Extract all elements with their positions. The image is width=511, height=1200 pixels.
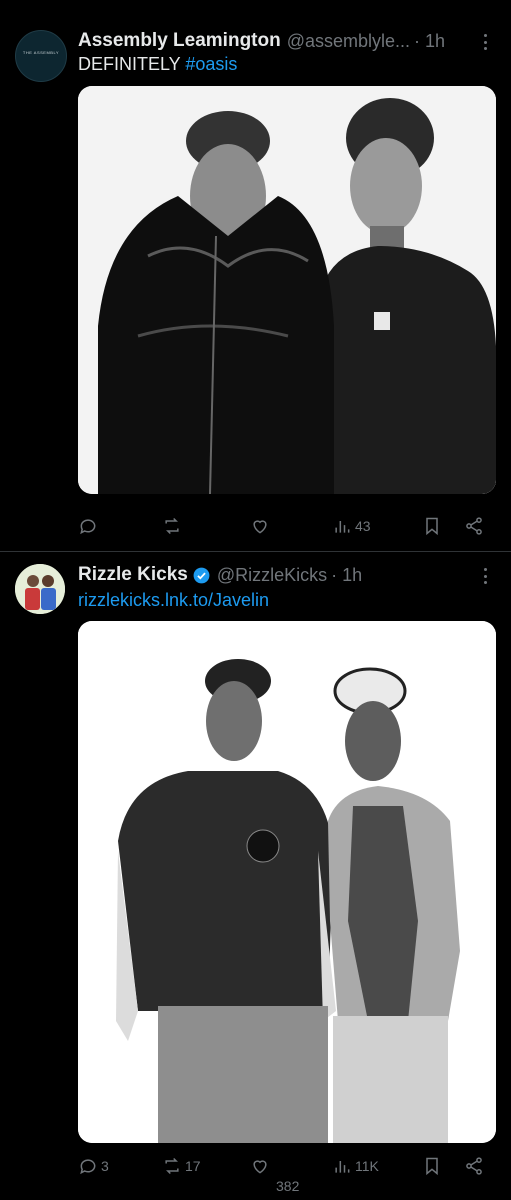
bookmark-icon	[426, 517, 438, 536]
more-options-icon[interactable]	[479, 566, 491, 586]
avatar[interactable]	[15, 564, 65, 614]
post-text: rizzlekicks.lnk.to/Javelin	[78, 590, 269, 611]
views-count: 11K	[355, 1158, 379, 1174]
band-photo	[78, 621, 496, 1143]
share-icon	[466, 517, 482, 535]
repost-count: 17	[185, 1158, 201, 1174]
hashtag-link[interactable]: #oasis	[185, 54, 237, 74]
like-button[interactable]	[250, 516, 273, 536]
author-name[interactable]: Assembly Leamington	[78, 30, 281, 52]
more-options-icon[interactable]	[479, 32, 491, 52]
like-count: 382	[276, 1178, 300, 1194]
author-name[interactable]: Rizzle Kicks	[78, 564, 188, 586]
post-image[interactable]	[78, 621, 496, 1143]
views-icon	[335, 1161, 350, 1173]
reply-count: 3	[101, 1158, 109, 1174]
band-photo	[78, 86, 496, 494]
bookmark-button[interactable]	[422, 516, 442, 536]
post-header: Assembly Leamington @assemblyle... · 1h	[78, 28, 451, 54]
repost-button[interactable]	[162, 516, 185, 536]
views-button[interactable]: 11K	[332, 1156, 379, 1176]
external-link[interactable]: rizzlekicks.lnk.to/Javelin	[78, 590, 269, 610]
views-button[interactable]: 43	[332, 516, 371, 536]
reply-icon	[80, 519, 96, 535]
share-button[interactable]	[464, 516, 484, 536]
author-handle[interactable]: @RizzleKicks	[217, 565, 327, 586]
post-actions: 3 17 382 11K	[78, 1156, 496, 1194]
share-icon	[466, 1157, 482, 1175]
repost-icon	[165, 517, 179, 535]
post-time[interactable]: · 1h	[414, 31, 445, 52]
post-time[interactable]: · 1h	[331, 565, 362, 586]
bookmark-button[interactable]	[422, 1156, 442, 1176]
post-rizzle-kicks[interactable]: Rizzle Kicks @RizzleKicks · 1h rizzlekic…	[0, 552, 511, 1200]
verified-badge-icon	[193, 567, 210, 583]
post-actions: 43	[78, 516, 496, 540]
avatar-logo-text: THE ASSEMBLY	[22, 50, 60, 55]
post-header: Rizzle Kicks @RizzleKicks · 1h	[78, 562, 451, 588]
reply-button[interactable]: 3	[78, 1156, 109, 1176]
repost-icon	[165, 1157, 179, 1175]
post-image[interactable]	[78, 86, 496, 494]
reply-icon	[80, 1159, 96, 1175]
heart-icon	[253, 1160, 267, 1174]
like-button[interactable]	[250, 1156, 270, 1176]
share-button[interactable]	[464, 1156, 484, 1176]
author-handle[interactable]: @assemblyle...	[287, 31, 410, 52]
post-assembly-leamington[interactable]: THE ASSEMBLY Assembly Leamington @assemb…	[0, 0, 511, 550]
views-icon	[335, 521, 350, 533]
repost-button[interactable]: 17	[162, 1156, 201, 1176]
views-count: 43	[355, 518, 371, 534]
avatar-photo	[15, 564, 65, 614]
post-text: DEFINITELY #oasis	[78, 54, 237, 75]
post-text-body: DEFINITELY	[78, 54, 186, 74]
reply-button[interactable]	[78, 516, 101, 536]
avatar[interactable]: THE ASSEMBLY	[15, 30, 67, 82]
bookmark-icon	[426, 1157, 438, 1176]
heart-icon	[253, 520, 267, 534]
